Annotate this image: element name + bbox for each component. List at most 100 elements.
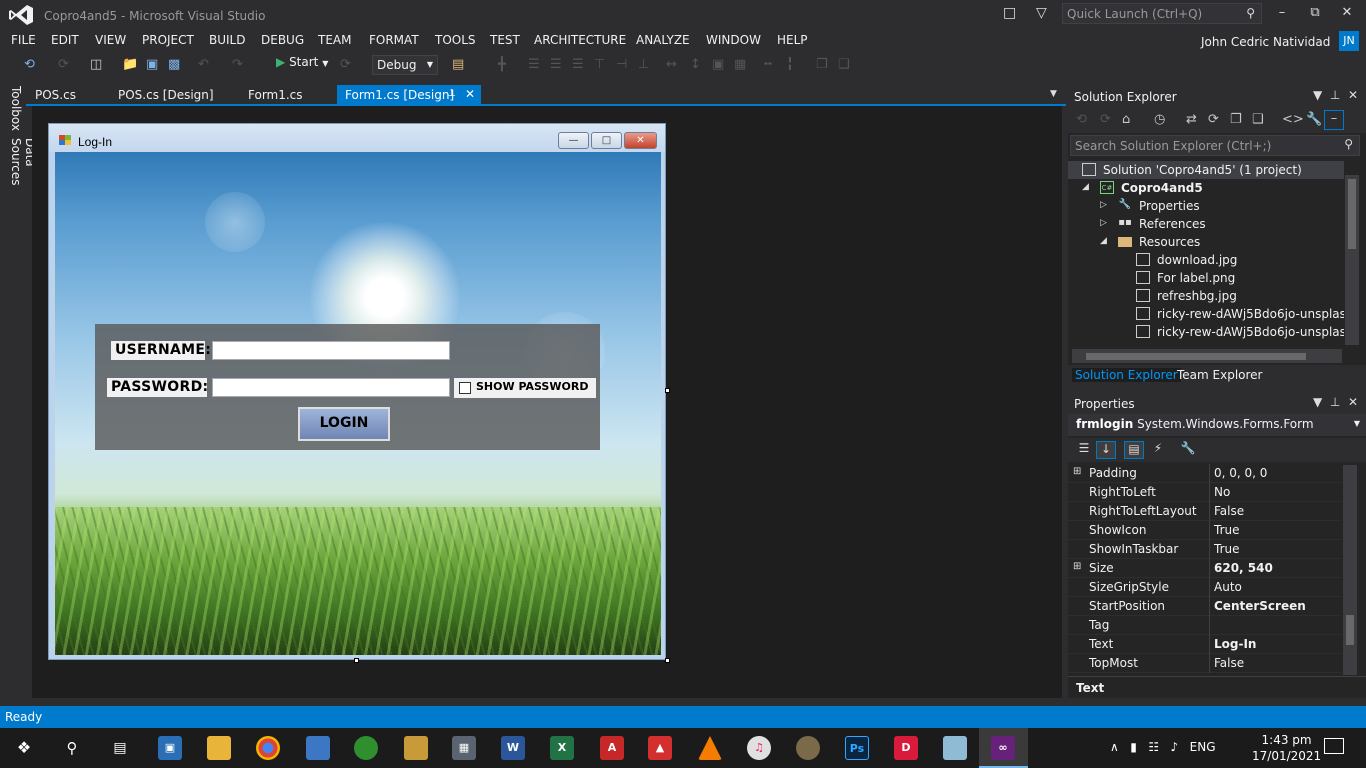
save-all-icon[interactable]: ▩ [168, 57, 180, 72]
control-panel-icon[interactable]: ▣ [158, 736, 182, 760]
refresh-icon[interactable]: ⟳ [1208, 112, 1219, 127]
show-password-checkbox[interactable]: SHOW PASSWORD [454, 378, 596, 398]
collapsed-arrow-icon[interactable]: ▷ [1100, 200, 1107, 210]
back-icon[interactable]: ⟲ [1076, 112, 1087, 127]
autocad-icon[interactable]: A [600, 736, 624, 760]
horizontal-spacing-icon[interactable]: ╍ [764, 57, 772, 72]
scroll-thumb[interactable] [1346, 615, 1354, 645]
property-value[interactable]: Log-In [1214, 637, 1256, 651]
start-debugging-button[interactable]: ▶ Start ▼ [276, 55, 328, 75]
menu-analyze[interactable]: ANALYZE [636, 33, 690, 47]
properties-vertical-scrollbar[interactable] [1343, 465, 1357, 675]
panel-close-icon[interactable]: ✕ [1348, 88, 1358, 102]
menu-view[interactable]: VIEW [95, 33, 126, 47]
property-row[interactable]: ShowIcon True [1068, 521, 1342, 540]
clock[interactable]: 1:43 pm 17/01/2021 [1252, 732, 1321, 764]
events-icon[interactable]: ⚡ [1148, 441, 1168, 459]
new-project-icon[interactable]: ◫ [90, 57, 102, 72]
align-bottoms-icon[interactable]: ⊥ [638, 57, 649, 72]
notifications-icon[interactable] [1324, 738, 1344, 754]
size-to-grid-icon[interactable]: ▦ [734, 57, 746, 72]
tree-item-solution[interactable]: Solution 'Copro4and5' (1 project) [1068, 161, 1344, 179]
menu-format[interactable]: FORMAT [369, 33, 419, 47]
minimize-icon[interactable]: – [1271, 5, 1293, 23]
panel-close-icon[interactable]: ✕ [1348, 395, 1358, 409]
app-d-icon[interactable]: D [894, 736, 918, 760]
task-view-icon[interactable]: ▤ [108, 736, 132, 760]
tab-pos-design[interactable]: POS.cs [Design] [110, 85, 222, 106]
make-same-size-icon[interactable]: ▣ [712, 57, 724, 72]
property-value[interactable]: 0, 0, 0, 0 [1214, 466, 1267, 480]
panel-menu-icon[interactable]: ▼ [1313, 88, 1322, 102]
collapse-all-icon[interactable]: ❐ [1230, 112, 1242, 127]
solution-explorer-search[interactable]: Search Solution Explorer (Ctrl+;) ⚲ [1070, 135, 1360, 156]
chrome-icon[interactable] [256, 736, 280, 760]
archive-icon[interactable] [404, 736, 428, 760]
form-maximize-icon[interactable]: □ [591, 132, 622, 149]
signed-in-user[interactable]: John Cedric Natividad [1201, 35, 1330, 49]
navigate-forward-icon[interactable]: ⟳ [58, 57, 69, 72]
make-same-height-icon[interactable]: ↕ [690, 57, 701, 72]
photoshop-icon[interactable]: Ps [845, 736, 869, 760]
battery-icon[interactable]: ▮ [1130, 740, 1137, 754]
sync-icon[interactable]: ⇄ [1186, 112, 1197, 127]
align-middles-icon[interactable]: ⊣ [616, 57, 627, 72]
properties-wrench-icon[interactable]: 🔧 [1306, 112, 1322, 127]
home-icon[interactable]: ⌂ [1122, 112, 1130, 127]
forward-icon[interactable]: ⟳ [1100, 112, 1111, 127]
expanded-arrow-icon[interactable]: ◢ [1082, 182, 1089, 192]
menu-test[interactable]: TEST [490, 33, 520, 47]
password-input[interactable] [212, 378, 450, 397]
categorized-icon[interactable]: ☰ [1074, 441, 1094, 459]
tab-overflow-icon[interactable]: ▼ [1050, 89, 1057, 99]
username-input[interactable] [212, 341, 450, 360]
history-icon[interactable]: ◷ [1154, 112, 1165, 127]
visual-studio-taskbar-item[interactable]: ∞ [979, 728, 1028, 768]
menu-edit[interactable]: EDIT [51, 33, 79, 47]
paint-icon[interactable] [796, 736, 820, 760]
expand-icon[interactable]: ⊞ [1073, 561, 1081, 572]
properties-icon[interactable]: ▤ [1124, 441, 1144, 459]
login-button[interactable]: LOGIN [298, 407, 390, 441]
word-icon[interactable]: W [501, 736, 525, 760]
view-code-icon[interactable]: <> [1282, 112, 1304, 127]
tab-team-explorer[interactable]: Team Explorer [1174, 368, 1266, 382]
expand-icon[interactable]: ⊞ [1073, 466, 1081, 477]
property-row[interactable]: ShowInTaskbar True [1068, 540, 1342, 559]
property-value[interactable]: True [1214, 542, 1240, 556]
open-file-icon[interactable]: 📁 [122, 57, 138, 72]
property-pages-icon[interactable]: 🔧 [1178, 441, 1198, 459]
property-row[interactable]: TopMost False [1068, 654, 1342, 673]
close-icon[interactable]: ✕ [1336, 5, 1358, 23]
property-row[interactable]: ⊞ Padding 0, 0, 0, 0 [1068, 464, 1342, 483]
toolbox-tab[interactable]: Toolbox [9, 86, 23, 131]
align-tops-icon[interactable]: ⊤ [594, 57, 605, 72]
send-to-back-icon[interactable]: ❑ [838, 57, 850, 72]
menu-window[interactable]: WINDOW [706, 33, 761, 47]
user-avatar[interactable]: JN [1339, 31, 1359, 51]
search-icon[interactable]: ⚲ [60, 736, 84, 760]
quick-launch-input[interactable]: Quick Launch (Ctrl+Q) ⚲ [1062, 3, 1262, 24]
refresh-icon[interactable]: ⟳ [340, 57, 351, 72]
property-value[interactable]: 620, 540 [1214, 561, 1273, 575]
pdf-reader-icon[interactable]: ▲ [648, 736, 672, 760]
redo-icon[interactable]: ↷ [232, 57, 243, 72]
vlc-icon[interactable] [698, 736, 722, 760]
menu-debug[interactable]: DEBUG [261, 33, 304, 47]
make-same-width-icon[interactable]: ↔ [666, 57, 677, 72]
align-grid-icon[interactable]: ╋ [498, 57, 506, 72]
show-all-files-icon[interactable]: ❑ [1252, 112, 1264, 127]
file-explorer-icon[interactable] [207, 736, 231, 760]
undo-icon[interactable]: ↶ [198, 57, 209, 72]
property-value[interactable]: No [1214, 485, 1230, 499]
tab-pos-cs[interactable]: POS.cs [27, 85, 84, 106]
feedback-icon[interactable]: □ [1003, 5, 1016, 21]
form-designer-window[interactable]: Log-In — □ ✕ USERNAME: PASSWORD: SHOW PA… [48, 123, 666, 660]
itunes-icon[interactable]: ♫ [747, 736, 771, 760]
menu-project[interactable]: PROJECT [142, 33, 194, 47]
align-centers-icon[interactable]: ☰ [550, 57, 562, 72]
volume-icon[interactable]: ♪ [1171, 740, 1179, 754]
show-hidden-icons-icon[interactable]: ∧ [1110, 740, 1119, 754]
form-minimize-icon[interactable]: — [558, 132, 589, 149]
maximize-icon[interactable]: ⧉ [1304, 5, 1326, 23]
